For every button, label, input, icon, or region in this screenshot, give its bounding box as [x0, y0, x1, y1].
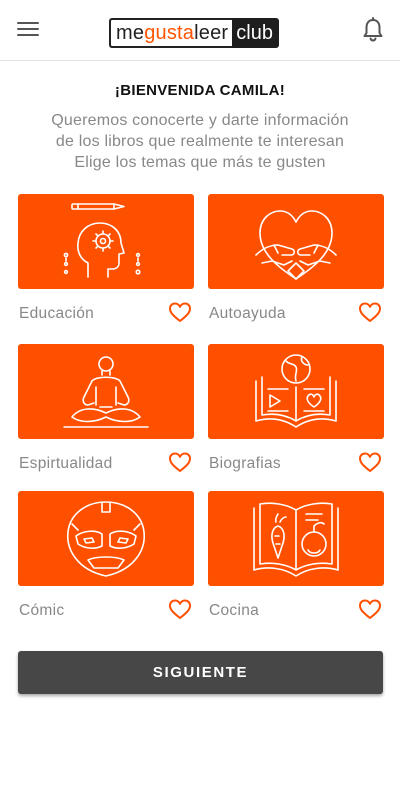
category-tile[interactable]: [18, 194, 194, 289]
heart-icon[interactable]: [168, 451, 192, 473]
category-card-educacion[interactable]: Educación: [18, 194, 194, 322]
welcome-title: ¡BIENVENIDA CAMILA!: [114, 82, 286, 99]
category-label: Cómic: [19, 602, 65, 619]
intro-line: Elige los temas que más te gusten: [74, 154, 326, 171]
heart-icon[interactable]: [168, 301, 192, 323]
heart-hands-icon: [255, 209, 337, 280]
category-label: Espirtualidad: [19, 455, 113, 472]
category-tile[interactable]: [208, 194, 384, 289]
hamburger-menu-icon[interactable]: [17, 20, 39, 38]
meditation-icon: [63, 355, 149, 428]
open-book-globe-icon: [255, 353, 337, 428]
category-tile[interactable]: [18, 491, 194, 586]
heart-icon[interactable]: [358, 451, 382, 473]
recipe-book-icon: [253, 501, 339, 577]
intro-line: de los libros que realmente te interesan: [55, 133, 345, 150]
category-label: Autoayuda: [209, 305, 286, 322]
megustaleer-club-logo: me gusta leer club: [109, 18, 293, 48]
category-label: Educación: [19, 305, 95, 322]
head-gear-icon: [63, 202, 141, 278]
superhero-mask-icon: [67, 500, 145, 577]
bell-icon[interactable]: [361, 17, 385, 43]
category-label: Cocina: [209, 602, 260, 619]
category-tile[interactable]: [18, 344, 194, 439]
next-button[interactable]: SIGUIENTE: [18, 651, 383, 694]
category-card-autoayuda[interactable]: Autoayuda: [208, 194, 384, 322]
logo-club-badge: club: [232, 18, 279, 48]
logo-wordmark: me gusta leer: [109, 18, 233, 48]
heart-icon[interactable]: [358, 598, 382, 620]
heart-icon[interactable]: [358, 301, 382, 323]
welcome-intro: Queremos conocerte y darte información d…: [0, 110, 400, 173]
app-bar: me gusta leer club: [0, 0, 400, 61]
category-card-cocina[interactable]: Cocina: [208, 491, 384, 619]
category-tile[interactable]: [208, 344, 384, 439]
category-card-comic[interactable]: Cómic: [18, 491, 194, 619]
intro-line: Queremos conocerte y darte información: [51, 112, 349, 129]
category-label: Biografias: [209, 455, 281, 472]
category-card-espiritualidad[interactable]: Espirtualidad: [18, 344, 194, 472]
category-tile[interactable]: [208, 491, 384, 586]
category-card-biografias[interactable]: Biografias: [208, 344, 384, 472]
heart-icon[interactable]: [168, 598, 192, 620]
